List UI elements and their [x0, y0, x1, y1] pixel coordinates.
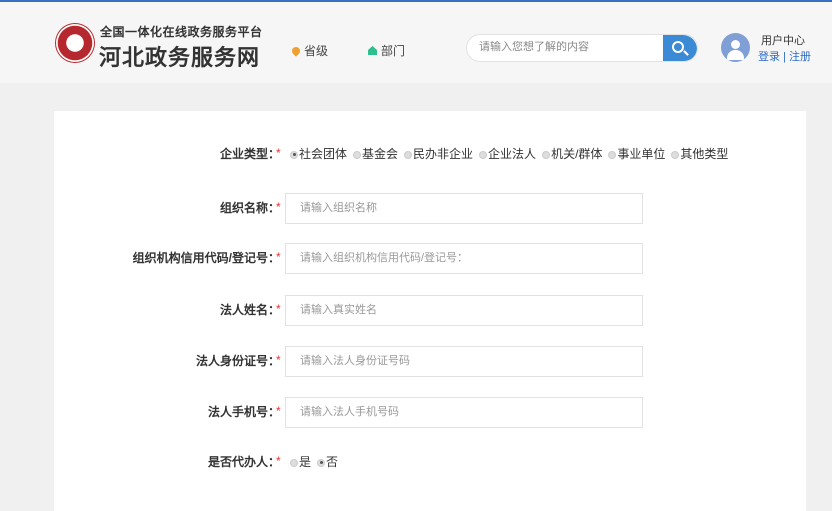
auth-links: 登录 | 注册 [758, 48, 811, 64]
radio-label: 否 [326, 455, 339, 469]
radio-option[interactable]: 其他类型 [671, 139, 728, 170]
radio-button[interactable] [542, 150, 551, 159]
emblem-logo[interactable] [55, 23, 95, 63]
required-mark: * [276, 146, 281, 160]
credit-code-input[interactable] [286, 244, 642, 273]
radio-button[interactable] [404, 150, 413, 159]
search-button[interactable] [663, 35, 697, 61]
radio-option[interactable]: 基金会 [353, 139, 398, 170]
required-mark: * [276, 302, 281, 316]
field-label: 企业类型： [219, 147, 280, 161]
register-link[interactable]: 注册 [789, 51, 811, 63]
radio-button[interactable] [290, 150, 298, 159]
home-icon [368, 46, 377, 55]
radio-label: 基金会 [362, 147, 399, 161]
radio-option[interactable]: 社会团体 [290, 139, 347, 170]
nav-provincial[interactable]: 省级 [290, 42, 329, 59]
id-number-row: 法人身份证号： * 请输入法人身份证号码 [54, 346, 806, 377]
radio-label: 企业法人 [488, 147, 537, 161]
id-number-field[interactable]: 请输入法人身份证号码 [285, 346, 643, 377]
radio-button[interactable] [317, 458, 326, 467]
field-label: 组织名称： [219, 201, 280, 215]
radio-button[interactable] [479, 150, 488, 159]
nav-label: 部门 [381, 44, 406, 58]
separator: | [783, 51, 786, 63]
legal-name-input[interactable] [286, 296, 642, 325]
phone-field[interactable]: 请输入法人手机号码 [285, 397, 643, 428]
field-label: 法人姓名： [219, 303, 280, 317]
radio-label: 事业单位 [617, 147, 666, 161]
location-pin-icon [290, 44, 302, 57]
agent-radios: 是否 [290, 447, 338, 478]
search-box [466, 34, 698, 62]
registration-form: 企业类型： * 社会团体 基金会 民办非企业 企业法人 机关/群体 事业单位 其他类型 组织… [54, 111, 806, 511]
field-label: 是否代办人： [207, 455, 280, 469]
field-label: 法人手机号： [207, 405, 280, 419]
credit-code-field[interactable]: 请输入组织机构信用代码/登记号： [285, 243, 643, 274]
radio-label: 机关/群体 [551, 147, 603, 161]
required-mark: * [276, 353, 281, 367]
legal-name-field[interactable]: 请输入真实姓名 [285, 295, 643, 326]
radio-option[interactable]: 民办非企业 [404, 139, 473, 170]
required-mark: * [276, 250, 281, 264]
avatar[interactable] [721, 33, 750, 62]
radio-label: 是 [299, 455, 312, 469]
radio-button[interactable] [353, 150, 362, 159]
radio-label: 社会团体 [299, 147, 348, 161]
radio-button[interactable] [671, 150, 680, 159]
radio-option[interactable]: 机关/群体 [542, 139, 602, 170]
required-mark: * [276, 200, 281, 214]
radio-option[interactable]: 企业法人 [479, 139, 536, 170]
radio-button[interactable] [290, 458, 298, 467]
radio-label: 其他类型 [680, 147, 729, 161]
search-input[interactable] [479, 41, 659, 53]
site-title[interactable]: 河北政务服务网 [99, 40, 260, 72]
field-label: 法人身份证号： [195, 354, 280, 368]
credit-code-row: 组织机构信用代码/登记号： * 请输入组织机构信用代码/登记号： [54, 243, 806, 274]
required-mark: * [276, 454, 281, 468]
radio-label: 民办非企业 [413, 147, 474, 161]
org-name-input[interactable] [286, 194, 642, 223]
nav-label: 省级 [304, 44, 329, 58]
nav-department[interactable]: 部门 [368, 42, 405, 59]
enterprise-type-row: 企业类型： * 社会团体 基金会 民办非企业 企业法人 机关/群体 事业单位 其他类型 [54, 139, 806, 170]
radio-button[interactable] [608, 150, 617, 159]
site-header: 全国一体化在线政务服务平台 河北政务服务网 省级 部门 用户中心 登录 | 注册 [0, 2, 832, 83]
user-center-link[interactable]: 用户中心 [761, 32, 805, 48]
required-mark: * [276, 404, 281, 418]
phone-row: 法人手机号： * 请输入法人手机号码 [54, 397, 806, 428]
radio-option[interactable]: 事业单位 [608, 139, 665, 170]
id-number-input[interactable] [286, 347, 642, 376]
org-name-row: 组织名称： * 请输入组织名称 [54, 193, 806, 224]
org-name-field[interactable]: 请输入组织名称 [285, 193, 643, 224]
radio-option[interactable]: 是 [290, 447, 311, 478]
radio-option[interactable]: 否 [317, 447, 338, 478]
login-link[interactable]: 登录 [758, 51, 780, 63]
legal-name-row: 法人姓名： * 请输入真实姓名 [54, 295, 806, 326]
field-label: 组织机构信用代码/登记号： [132, 251, 280, 265]
agent-row: 是否代办人： * 是否 [54, 447, 806, 478]
phone-input[interactable] [286, 398, 642, 427]
enterprise-type-radios: 社会团体 基金会 民办非企业 企业法人 机关/群体 事业单位 其他类型 [290, 139, 728, 170]
site-subtitle: 全国一体化在线政务服务平台 [100, 25, 263, 39]
